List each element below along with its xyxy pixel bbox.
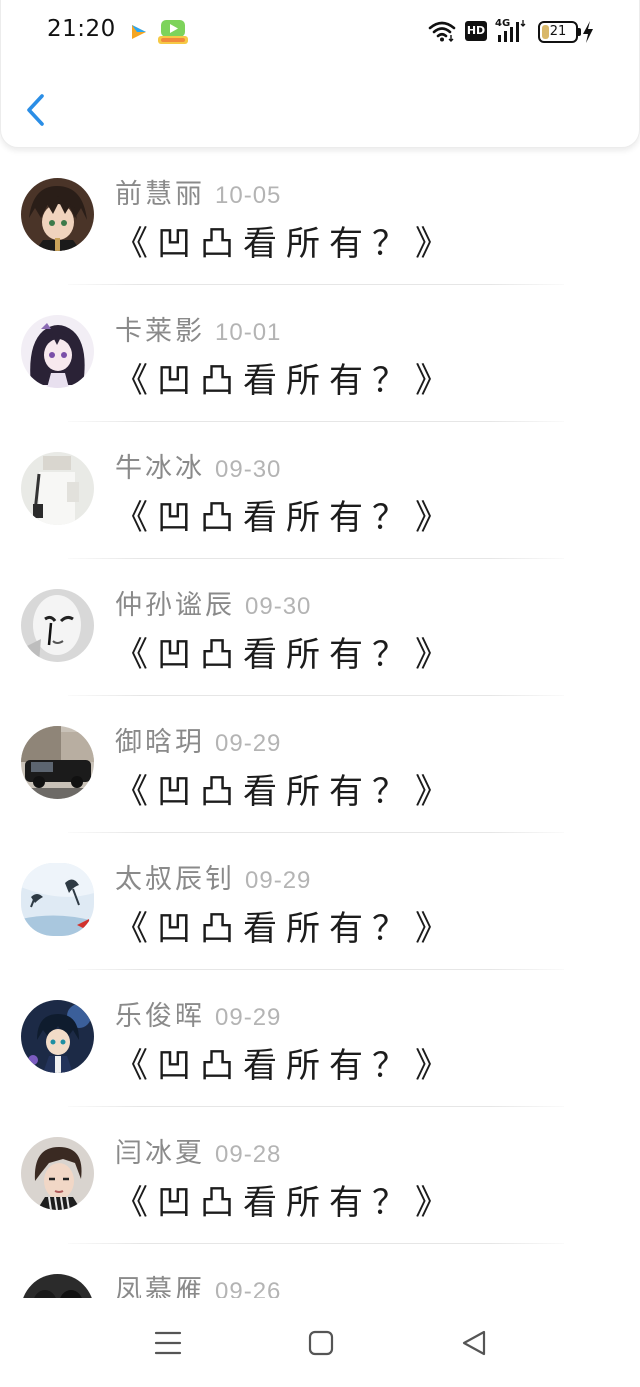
battery-icon: 21 — [538, 21, 578, 43]
menu-icon[interactable] — [154, 1330, 182, 1356]
avatar[interactable] — [21, 863, 94, 936]
contact-name: 牛冰冰 09-30 — [115, 446, 281, 485]
message-list: 前慧丽 10-05 《凹凸看所有？》 卡莱影 10-01 《凹凸看所有？》 牛冰… — [0, 148, 640, 1298]
charging-icon — [583, 21, 593, 43]
list-item[interactable]: 凤慕雁 09-26 — [0, 1244, 640, 1298]
message-date: 09-30 — [245, 593, 312, 620]
message-preview: 《凹凸看所有？》 — [114, 1183, 458, 1223]
avatar[interactable] — [21, 178, 94, 251]
contact-name: 闫冰夏 09-28 — [115, 1131, 281, 1170]
list-item[interactable]: 前慧丽 10-05 《凹凸看所有？》 — [0, 148, 640, 285]
contact-name-text: 御晗玥 — [115, 727, 205, 758]
list-item[interactable]: 牛冰冰 09-30 《凹凸看所有？》 — [0, 422, 640, 559]
hd-badge: HD — [465, 21, 487, 41]
contact-name: 前慧丽 10-05 — [115, 172, 281, 211]
wifi-icon — [428, 21, 456, 42]
back-button[interactable] — [21, 90, 51, 130]
status-time: 21:20 — [47, 16, 116, 42]
avatar[interactable] — [21, 726, 94, 799]
header-card: 21:20 HD 4G 21 — [0, 0, 640, 148]
system-nav-bar — [0, 1298, 640, 1387]
message-preview: 《凹凸看所有？》 — [114, 224, 458, 264]
contact-name: 御晗玥 09-29 — [115, 720, 281, 759]
message-preview: 《凹凸看所有？》 — [114, 361, 458, 401]
contact-name-text: 卡莱影 — [115, 316, 205, 347]
contact-name: 乐俊晖 09-29 — [115, 994, 281, 1033]
contact-name-text: 闫冰夏 — [115, 1138, 205, 1169]
message-preview: 《凹凸看所有？》 — [114, 909, 458, 949]
contact-name: 太叔辰钊 09-29 — [115, 857, 311, 896]
contact-name: 卡莱影 10-01 — [115, 309, 281, 348]
contact-name-text: 牛冰冰 — [115, 453, 205, 484]
avatar[interactable] — [21, 315, 94, 388]
avatar[interactable] — [21, 1137, 94, 1210]
contact-name-text: 太叔辰钊 — [115, 864, 235, 895]
list-item[interactable]: 御晗玥 09-29 《凹凸看所有？》 — [0, 696, 640, 833]
list-item[interactable]: 太叔辰钊 09-29 《凹凸看所有？》 — [0, 833, 640, 970]
avatar[interactable] — [21, 452, 94, 525]
app-notification-icon — [132, 25, 146, 39]
message-preview: 《凹凸看所有？》 — [114, 635, 458, 675]
list-item[interactable]: 乐俊晖 09-29 《凹凸看所有？》 — [0, 970, 640, 1107]
contact-name: 仲孙谧辰 09-30 — [115, 583, 311, 622]
battery-level: 21 — [549, 24, 567, 39]
list-item[interactable]: 卡莱影 10-01 《凹凸看所有？》 — [0, 285, 640, 422]
avatar[interactable] — [21, 589, 94, 662]
message-preview: 《凹凸看所有？》 — [114, 498, 458, 538]
message-date: 09-28 — [215, 1141, 282, 1168]
avatar[interactable] — [21, 1000, 94, 1073]
video-app-icon — [158, 20, 188, 44]
back-triangle-icon[interactable] — [460, 1329, 488, 1357]
message-date: 09-29 — [215, 730, 282, 757]
message-date: 10-05 — [215, 182, 282, 209]
contact-name-text: 仲孙谧辰 — [115, 590, 235, 621]
list-item[interactable]: 闫冰夏 09-28 《凹凸看所有？》 — [0, 1107, 640, 1244]
list-item[interactable]: 仲孙谧辰 09-30 《凹凸看所有？》 — [0, 559, 640, 696]
message-date: 10-01 — [215, 319, 282, 346]
message-date: 09-29 — [245, 867, 312, 894]
avatar[interactable] — [21, 1274, 94, 1298]
message-preview: 《凹凸看所有？》 — [114, 772, 458, 812]
contact-name: 凤慕雁 09-26 — [115, 1268, 281, 1298]
message-date: 09-29 — [215, 1004, 282, 1031]
chevron-left-icon — [27, 94, 44, 126]
contact-name-text: 前慧丽 — [115, 179, 205, 210]
contact-name-text: 乐俊晖 — [115, 1001, 205, 1032]
contact-name-text: 凤慕雁 — [115, 1275, 205, 1298]
signal-icon: 4G — [495, 18, 529, 44]
message-date: 09-30 — [215, 456, 282, 483]
message-preview: 《凹凸看所有？》 — [114, 1046, 458, 1086]
status-bar: 21:20 HD 4G 21 — [1, 0, 640, 64]
message-date: 09-26 — [215, 1278, 282, 1298]
home-icon[interactable] — [308, 1330, 334, 1356]
